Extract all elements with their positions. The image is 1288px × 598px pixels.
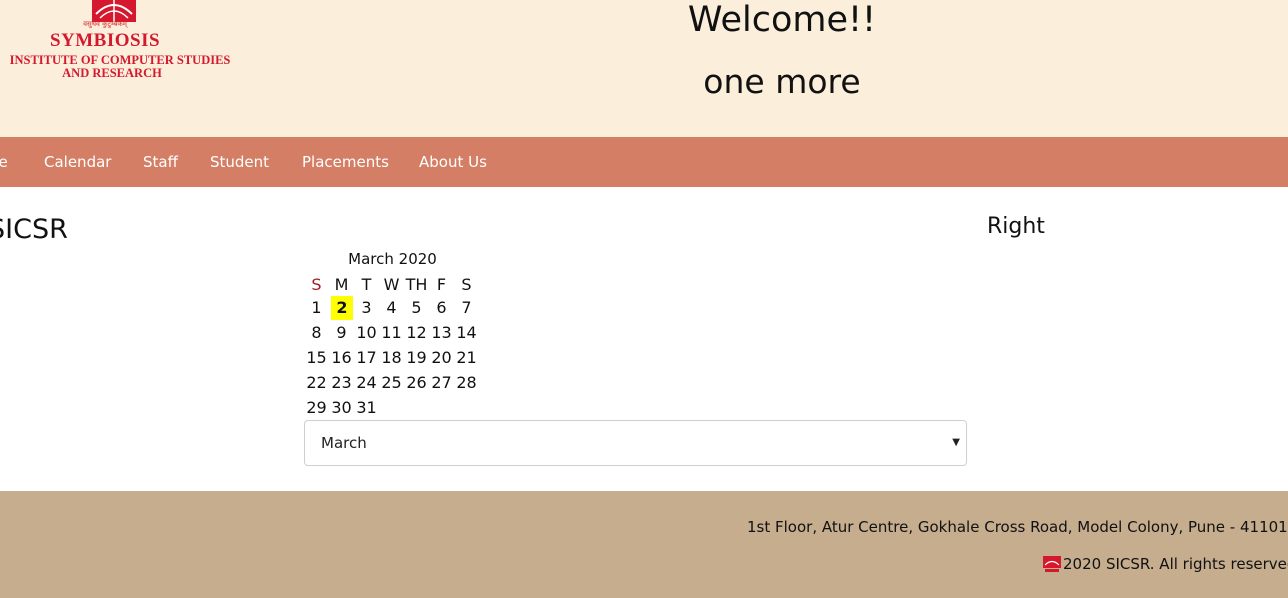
calendar-day[interactable]: 6	[429, 296, 454, 320]
nav-item-calendar[interactable]: Calendar	[44, 137, 111, 187]
weekday-label: M	[334, 275, 349, 294]
calendar-day[interactable]: 4	[379, 296, 404, 320]
calendar-day[interactable]: 22	[304, 371, 329, 395]
nav-item-student[interactable]: Student	[210, 137, 269, 187]
logo-tagline: वसुधैव कुटुम्बकम्	[83, 20, 127, 28]
left-column-title: SICSR	[0, 214, 68, 245]
calendar-day[interactable]: 16	[329, 346, 354, 370]
calendar-day[interactable]: 25	[379, 371, 404, 395]
calendar-day[interactable]: 29	[304, 396, 329, 420]
welcome-heading: Welcome!!	[687, 0, 877, 40]
weekday-label: W	[383, 275, 400, 294]
calendar-day[interactable]: 15	[304, 346, 329, 370]
footer-address: 1st Floor, Atur Centre, Gokhale Cross Ro…	[747, 518, 1288, 536]
logo-subtitle-line2: AND RESEARCH	[62, 66, 162, 80]
nav-item-label: Placements	[302, 153, 389, 171]
weekday-label: S	[461, 275, 472, 294]
calendar-day[interactable]: 21	[454, 346, 479, 370]
nav-item-about-us[interactable]: About Us	[419, 137, 487, 187]
calendar-day[interactable]: 31	[354, 396, 379, 420]
copyright-text: 2020 SICSR. All rights reserved	[1063, 555, 1288, 573]
calendar-day-today[interactable]: 2	[331, 296, 353, 320]
calendar-title: March 2020	[348, 250, 437, 268]
calendar-day[interactable]: 12	[404, 321, 429, 345]
right-column-title: Right	[987, 214, 1045, 239]
calendar-day[interactable]: 26	[404, 371, 429, 395]
nav-item-label: Staff	[143, 153, 178, 171]
nav-item-label: About Us	[419, 153, 487, 171]
main-nav: ne Calendar Staff Student Placements Abo…	[0, 137, 1288, 187]
nav-item-label: Calendar	[44, 153, 112, 171]
calendar-day[interactable]: 17	[354, 346, 379, 370]
weekday-label: TH	[405, 275, 428, 294]
site-footer: 1st Floor, Atur Centre, Gokhale Cross Ro…	[0, 491, 1288, 598]
calendar-day[interactable]: 28	[454, 371, 479, 395]
nav-item-label: ne	[0, 153, 8, 171]
calendar-day[interactable]: 27	[429, 371, 454, 395]
weekday-label: S	[311, 275, 322, 294]
month-select-value: March	[321, 434, 367, 452]
weekday-label: T	[361, 275, 372, 294]
calendar-day[interactable]: 1	[304, 296, 329, 320]
calendar-day[interactable]: 30	[329, 396, 354, 420]
calendar-day[interactable]: 23	[329, 371, 354, 395]
nav-item-placements[interactable]: Placements	[302, 137, 389, 187]
calendar-day[interactable]: 5	[404, 296, 429, 320]
dropdown-caret-icon: ▼	[952, 437, 960, 448]
nav-item-home[interactable]: ne	[0, 137, 8, 187]
symbiosis-logo[interactable]: वसुधैव कुटुम्बकम् SYMBIOSIS INSTITUTE OF…	[0, 0, 252, 87]
site-header: वसुधैव कुटुम्बकम् SYMBIOSIS INSTITUTE OF…	[0, 0, 1288, 137]
calendar-day[interactable]: 10	[354, 321, 379, 345]
calendar-day[interactable]: 3	[354, 296, 379, 320]
calendar-day[interactable]: 11	[379, 321, 404, 345]
calendar-day[interactable]: 8	[304, 321, 329, 345]
weekday-label: F	[436, 275, 447, 294]
nav-item-staff[interactable]: Staff	[143, 137, 178, 187]
calendar-day[interactable]: 14	[454, 321, 479, 345]
calendar-day[interactable]: 7	[454, 296, 479, 320]
calendar-day[interactable]: 13	[429, 321, 454, 345]
logo-name: SYMBIOSIS	[49, 30, 161, 51]
calendar-day[interactable]: 20	[429, 346, 454, 370]
sicsr-logo-icon	[1043, 556, 1061, 572]
month-select[interactable]: March ▼	[304, 420, 967, 466]
calendar-day[interactable]: 9	[329, 321, 354, 345]
nav-item-label: Student	[210, 153, 270, 171]
calendar-day[interactable]: 24	[354, 371, 379, 395]
calendar-day[interactable]: 19	[404, 346, 429, 370]
subheading: one more	[703, 62, 861, 101]
calendar-day[interactable]: 18	[379, 346, 404, 370]
